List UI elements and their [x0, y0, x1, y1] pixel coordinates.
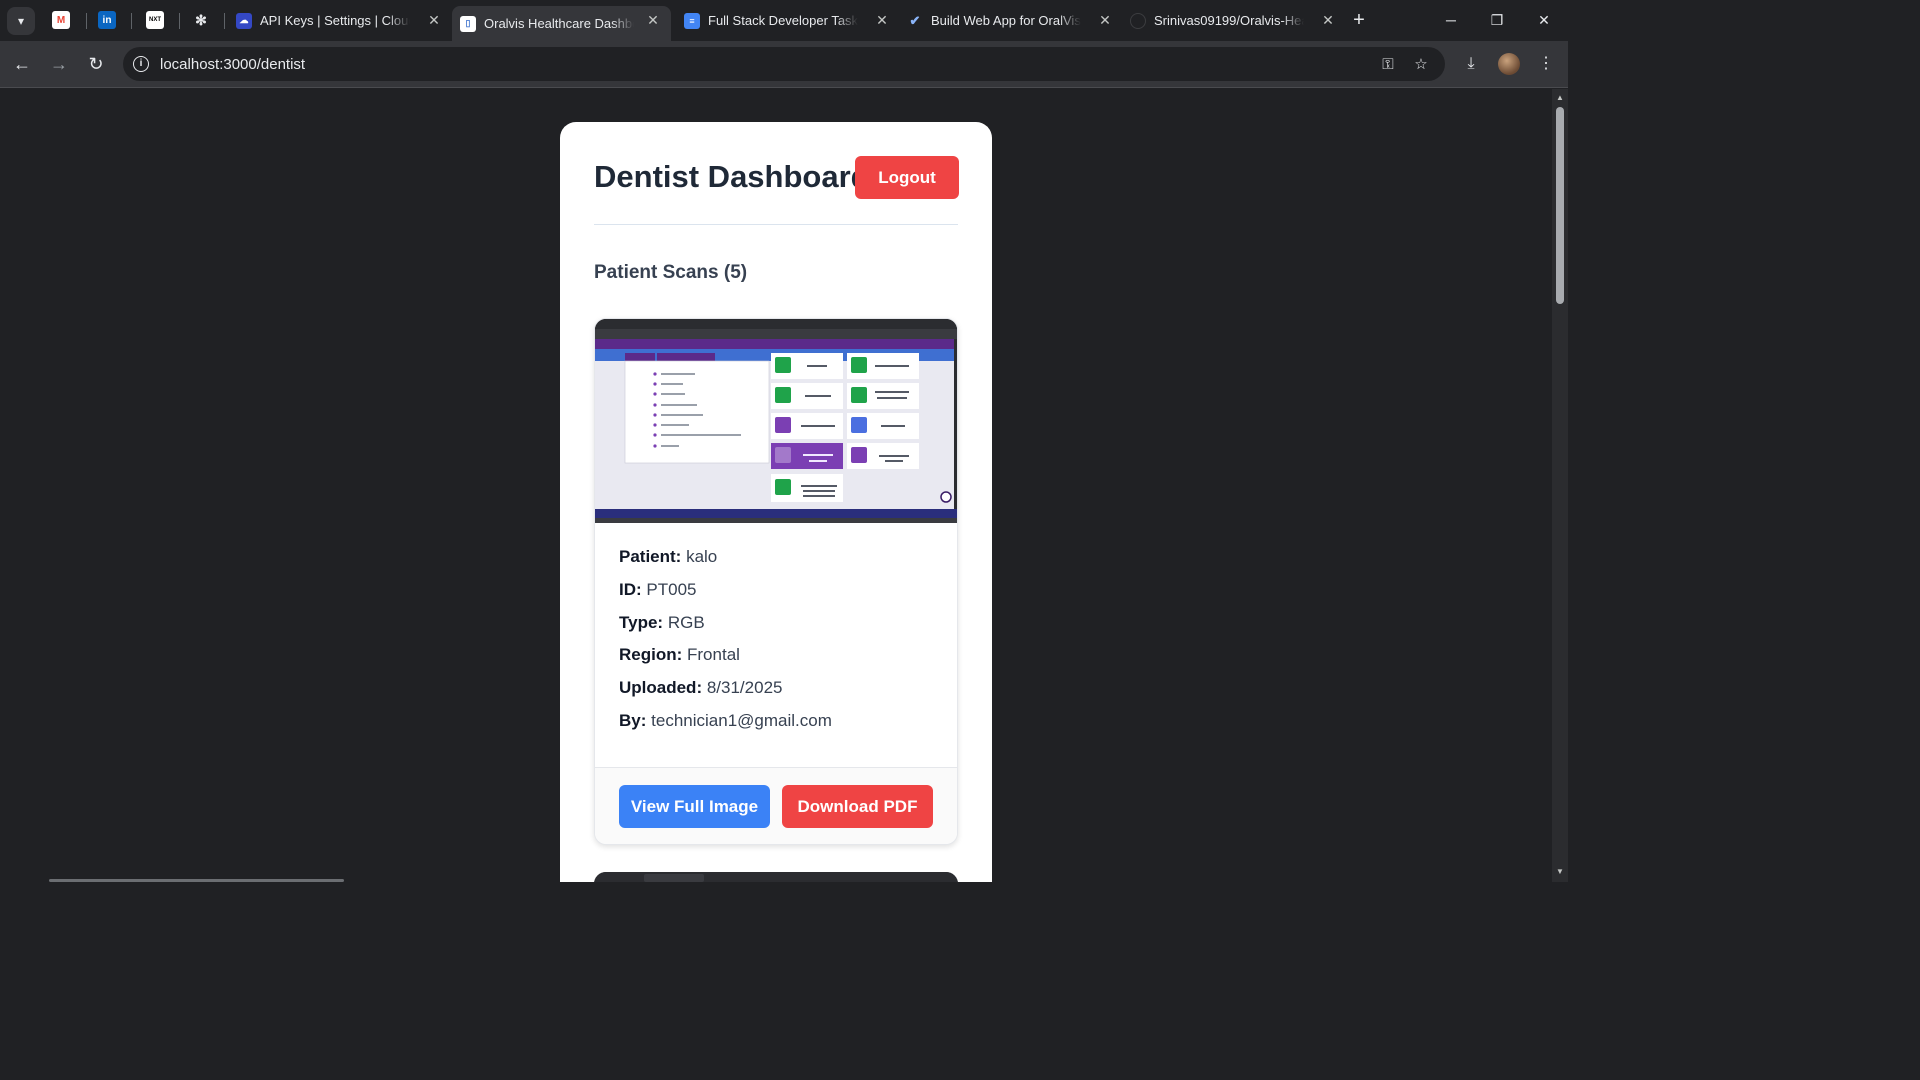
url-text[interactable]: localhost:3000/dentist — [160, 56, 305, 73]
copilot-icon: ✔ — [907, 12, 923, 29]
profile-avatar[interactable] — [1498, 53, 1520, 75]
scroll-down-arrow-icon[interactable]: ▼ — [1555, 867, 1565, 876]
download-icon[interactable]: ⤓ — [1460, 53, 1482, 75]
scan-type-row: Type: RGB — [619, 613, 705, 632]
tab-oralvis-dashboard[interactable]: ▯ Oralvis Healthcare Dashboar ✕ — [452, 6, 671, 41]
vertical-scrollbar[interactable]: ▲ ▼ — [1552, 89, 1568, 882]
close-icon[interactable]: ✕ — [874, 12, 890, 28]
window-close-button[interactable]: ✕ — [1532, 8, 1556, 32]
dashboard-card: Dentist Dashboard Logout Patient Scans (… — [560, 122, 992, 882]
uploaded-by-row: By: technician1@gmail.com — [619, 711, 832, 730]
password-key-icon[interactable]: ⚿ — [1378, 55, 1398, 75]
section-title: Patient Scans (5) — [594, 262, 748, 283]
menu-kebab-icon[interactable]: ⋮ — [1535, 53, 1557, 75]
restore-button[interactable]: ❐ — [1485, 8, 1509, 32]
new-tab-button[interactable]: + — [1349, 10, 1369, 30]
page-viewport: Dentist Dashboard Logout Patient Scans (… — [0, 89, 1552, 882]
docs-icon: ≡ — [684, 12, 700, 29]
horizontal-scrollbar[interactable] — [49, 879, 344, 882]
scan-actions: View Full Image Download PDF — [595, 767, 957, 844]
github-icon — [1130, 12, 1146, 29]
scrollbar-thumb[interactable] — [1556, 107, 1564, 304]
close-icon[interactable]: ✕ — [426, 12, 442, 28]
linkedin-icon[interactable]: in — [98, 11, 116, 29]
tab-separator — [131, 13, 132, 29]
nxt-icon[interactable]: NXT — [146, 11, 164, 29]
download-pdf-button[interactable]: Download PDF — [782, 785, 933, 828]
patient-name-row: Patient: kalo — [619, 547, 718, 566]
tooth-icon: ▯ — [460, 15, 476, 32]
scan-thumbnail-image[interactable] — [594, 872, 958, 882]
view-full-image-button[interactable]: View Full Image — [619, 785, 770, 828]
gmail-icon[interactable]: M — [52, 11, 70, 29]
tab-google-docs[interactable]: ≡ Full Stack Developer Task - C ✕ — [684, 6, 892, 35]
scan-card: Patient: kalo ID: PT005 Type: RGB Region… — [594, 318, 958, 845]
upload-date-row: Uploaded: 8/31/2025 — [619, 678, 783, 697]
close-icon[interactable]: ✕ — [1097, 12, 1113, 28]
patient-id-row: ID: PT005 — [619, 580, 697, 599]
cloudinary-icon: ☁ — [236, 12, 252, 29]
tab-search-button[interactable]: ▾ — [7, 7, 35, 35]
forward-button[interactable]: → — [47, 52, 71, 76]
tab-separator — [179, 13, 180, 29]
tab-separator — [224, 13, 225, 29]
back-button[interactable]: ← — [10, 52, 34, 76]
page-title: Dentist Dashboard — [594, 159, 870, 194]
scan-thumbnail-image[interactable] — [595, 319, 958, 523]
close-icon[interactable]: ✕ — [645, 12, 661, 28]
scan-card-next — [594, 872, 958, 882]
tab-cloudinary[interactable]: ☁ API Keys | Settings | Cloudin ✕ — [236, 6, 444, 35]
tab-github-repo[interactable]: Srinivas09199/Oralvis-Healt ✕ — [1130, 6, 1338, 35]
header-divider — [594, 224, 958, 225]
reload-button[interactable]: ↻ — [84, 52, 108, 76]
tab-separator — [86, 13, 87, 29]
logout-button[interactable]: Logout — [855, 156, 959, 199]
close-icon[interactable]: ✕ — [1320, 12, 1336, 28]
bookmark-star-icon[interactable]: ☆ — [1411, 55, 1431, 75]
tab-strip: ▾ M in NXT ✻ ☁ API Keys | Settings | Clo… — [0, 0, 1568, 41]
site-info-icon[interactable]: i — [133, 56, 149, 72]
minimize-button[interactable]: ─ — [1439, 8, 1463, 32]
browser-toolbar: ← → ↻ i localhost:3000/dentist ⚿ ☆ ⤓ ⋮ — [0, 41, 1568, 88]
scroll-up-arrow-icon[interactable]: ▲ — [1555, 93, 1565, 102]
tab-build-web-app[interactable]: ✔ Build Web App for OralVis H ✕ — [907, 6, 1115, 35]
openai-icon[interactable]: ✻ — [192, 11, 210, 29]
address-bar[interactable]: i localhost:3000/dentist ⚿ ☆ — [123, 47, 1445, 81]
scan-region-row: Region: Frontal — [619, 645, 740, 664]
